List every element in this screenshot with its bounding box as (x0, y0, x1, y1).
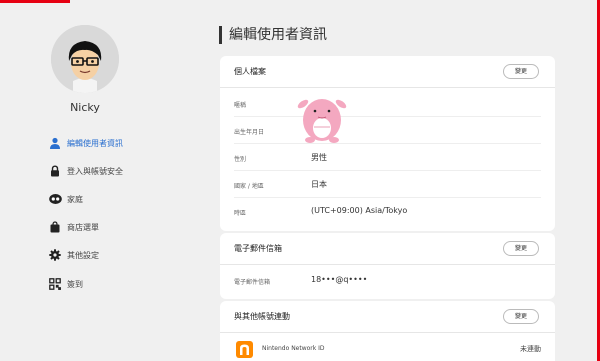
linked-accounts-card: 與其他帳號連動 變更 Nintendo Network ID 未連動 (220, 301, 555, 361)
row-value: 男性 (311, 153, 327, 162)
row-label: 出生年月日 (234, 129, 265, 136)
linked-card-header: 與其他帳號連動 變更 (220, 301, 555, 333)
email-card-header: 電子郵件信箱 變更 (220, 233, 555, 265)
nav-item-label: 商店選單 (67, 222, 99, 232)
linked-edit-button[interactable]: 變更 (503, 309, 539, 324)
nav-item-login-security[interactable]: 登入與帳號安全 (48, 162, 123, 180)
pink-creature-image (296, 90, 348, 146)
nav-item-shop-menu[interactable]: 商店選單 (48, 218, 99, 236)
profile-row-gender: 性別 男性 (234, 144, 541, 171)
mii-avatar-icon (51, 25, 119, 93)
profile-row-nickname: 暱稱 (234, 90, 541, 117)
profile-row-country: 國家 / 地區 日本 (234, 171, 541, 198)
row-label: 電子郵件信箱 (234, 279, 271, 286)
nav-item-label: 編輯使用者資訊 (67, 138, 123, 148)
profile-card-header: 個人檔案 變更 (220, 56, 555, 88)
email-edit-button[interactable]: 變更 (503, 241, 539, 256)
row-value: (UTC+09:00) Asia/Tokyo (311, 206, 408, 215)
nav-item-label: 家庭 (67, 194, 83, 204)
nav-item-check-in[interactable]: 簽到 (48, 275, 83, 293)
shopping-bag-icon (48, 220, 62, 234)
nav-item-label: 其他設定 (67, 250, 99, 260)
email-card-title: 電子郵件信箱 (234, 244, 282, 253)
linked-service-name: Nintendo Network ID (262, 345, 325, 352)
gear-icon (48, 248, 62, 262)
nav-item-label: 登入與帳號安全 (67, 166, 123, 176)
linked-service-status: 未連動 (520, 345, 541, 353)
profile-card: 個人檔案 變更 暱稱 出生年月日 性別 男性 國家 / 地區 日本 時區 (UT… (220, 56, 555, 231)
email-row: 電子郵件信箱 18•••@q•••• (234, 267, 541, 294)
row-label: 國家 / 地區 (234, 183, 264, 190)
user-name: Nicky (70, 101, 100, 114)
profile-row-timezone: 時區 (UTC+09:00) Asia/Tokyo (234, 198, 541, 225)
row-label: 性別 (234, 156, 247, 163)
nav-item-family[interactable]: 家庭 (48, 190, 83, 208)
row-value: 18•••@q•••• (311, 275, 368, 284)
profile-row-birthday: 出生年月日 (234, 117, 541, 144)
linked-card-title: 與其他帳號連動 (234, 312, 290, 321)
nav-item-label: 簽到 (67, 279, 83, 289)
nav-item-other-settings[interactable]: 其他設定 (48, 246, 99, 264)
profile-card-title: 個人檔案 (234, 67, 266, 76)
qr-code-icon (48, 277, 62, 291)
sidebar: Nicky 編輯使用者資訊 登入與帳號安全 家庭 商店選單 其他設定 簽到 (0, 0, 200, 361)
row-label: 時區 (234, 210, 247, 217)
lock-icon (48, 164, 62, 178)
email-card: 電子郵件信箱 變更 電子郵件信箱 18•••@q•••• (220, 233, 555, 299)
row-label: 暱稱 (234, 102, 247, 109)
nav-item-edit-profile[interactable]: 編輯使用者資訊 (48, 134, 123, 152)
linked-service-row: Nintendo Network ID 未連動 (234, 339, 541, 361)
avatar (51, 25, 119, 93)
page-title: 編輯使用者資訊 (219, 26, 327, 44)
row-value: 日本 (311, 180, 327, 189)
profile-edit-button[interactable]: 變更 (503, 64, 539, 79)
person-icon (48, 136, 62, 150)
family-icon (48, 192, 62, 206)
nintendo-network-icon (236, 341, 253, 358)
